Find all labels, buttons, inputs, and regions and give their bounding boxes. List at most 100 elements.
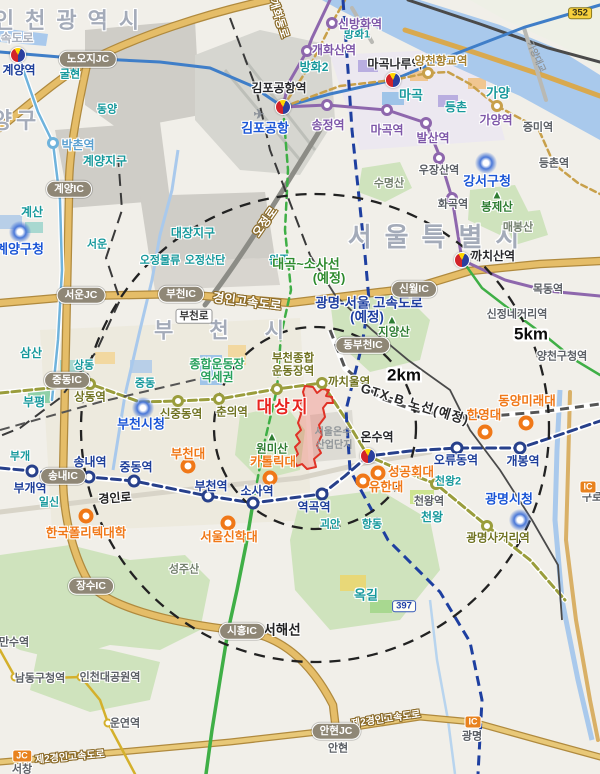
stn-n-label: 부천역 [194, 480, 227, 492]
stn-p-label: 마곡역 [370, 124, 403, 136]
plane-label: ✈ [254, 108, 265, 121]
l1-station-marker [26, 465, 39, 478]
l7-station-marker [172, 395, 184, 407]
stn-g-label: 인천대공원역 [80, 673, 141, 684]
l1-station-marker [514, 442, 527, 455]
uc-station-marker [181, 459, 196, 474]
univ-label: 동양미래대 [498, 395, 556, 408]
stn-n-label: 송내역 [73, 456, 106, 468]
stn-k-label: 까치산역 [471, 250, 515, 262]
l7-station-marker [316, 377, 328, 389]
stn-o-label: 춘의역 [216, 407, 248, 419]
stn-n-label: 소사역 [240, 485, 273, 497]
dist-label: 부개 [10, 452, 30, 463]
dist-label: 항동 [362, 520, 382, 531]
univ-label: 한영대 [467, 409, 502, 422]
uc-station-marker [519, 416, 534, 431]
stn-n-label: 중동역 [119, 461, 152, 473]
dist-label: 천왕2 [435, 477, 461, 488]
bdg-label: 노오지JC [59, 51, 117, 68]
mtng-label: 매봉산 [503, 223, 533, 234]
univ-label: 유한대 [369, 481, 404, 494]
univ-label: 성공회대 [388, 466, 434, 479]
stn-n-label: 오류동역 [434, 454, 478, 466]
l9-station-marker [422, 67, 434, 79]
uc-station-marker [221, 516, 236, 531]
univ-label: 카톨릭대 [250, 456, 296, 469]
mtn-label: ▲ [491, 190, 502, 202]
gangseo-guoffice-icon [475, 152, 497, 174]
mtng-label: 성주산 [169, 565, 199, 576]
l5-station-marker [381, 104, 393, 116]
stn-p-label: 송정역 [311, 119, 344, 131]
bdg-label: 계양IC [46, 181, 92, 198]
bdg-label: 안현JC [312, 723, 361, 740]
bdg-label: 신월IC [391, 281, 437, 298]
stn-g-label: 신정네거리역 [487, 310, 548, 321]
stn-n-label: 계양역 [2, 64, 35, 76]
stn-g-label: 운연역 [110, 719, 140, 730]
dist-label: 방화1 [344, 30, 370, 41]
l5-station-marker [433, 152, 445, 164]
stn-g-label: 안현 [328, 744, 348, 755]
ghost-label: 속도로 [0, 32, 33, 44]
target-site-label: 대상지 [257, 399, 310, 416]
dist-label: 중동 [135, 379, 155, 390]
bdg-label: 중동IC [44, 372, 90, 389]
bdg-label: 부천IC [158, 286, 204, 303]
stn-n-label: 역곡역 [297, 501, 330, 513]
bdg-label: 시흥IC [219, 623, 265, 640]
pg-label: (예정) [313, 272, 346, 285]
stn-n-label: 부개역 [13, 482, 46, 494]
region-gyeyanggu-partial: 양구 [0, 110, 40, 132]
dist-label: 오정산단 [185, 256, 225, 267]
mtn-label: ▲ [386, 315, 397, 327]
gyeyang-guoffice-icon [9, 221, 31, 243]
stn-g-label: 광명 [462, 732, 482, 743]
stn-p-label: 신방화역 [338, 18, 382, 30]
lb-station-marker [47, 137, 59, 149]
dist-label: 계양지구 [83, 155, 127, 167]
stn-g-label: 화곡역 [438, 200, 468, 211]
stn-g-label: 구로 [582, 493, 600, 504]
bdg2-label: IC [580, 481, 597, 494]
bdg2-label: IC [465, 716, 482, 729]
dist-label: 굴현 [60, 70, 80, 81]
stn-o-label: 광명사거리역 [466, 533, 529, 545]
region-bucheon: 부천시 [154, 321, 320, 342]
l7-station-marker [481, 520, 493, 532]
stn-g-label: 천왕역 [414, 497, 444, 508]
stn-p-label: 개화산역 [312, 44, 356, 56]
poi-label: 김포공항 [241, 122, 289, 135]
uc-station-marker [478, 425, 493, 440]
stn-lb-label: 박촌역 [61, 139, 94, 151]
univ-label: 서울신학대 [200, 531, 258, 544]
l1-station-marker [316, 488, 329, 501]
dist-label: 마곡 [399, 89, 423, 102]
dist-label: 부평 [23, 396, 45, 408]
rnum-label: 397 [392, 600, 416, 612]
l7-station-marker [213, 393, 225, 405]
stn-g-label: 증미역 [523, 123, 553, 134]
rbub-label: 부천로 [176, 309, 213, 324]
dist-label: 방화2 [300, 61, 329, 73]
gyeyang-transfer [10, 47, 26, 63]
dist-label: 옥길 [354, 589, 378, 602]
dist-label: 일신 [39, 498, 59, 509]
stn-g-label: 남동구청역 [15, 674, 66, 685]
scale-ring-2km: 2km [387, 367, 421, 384]
bdg-label: 동부천IC [335, 337, 390, 354]
bdg-label: 송내IC [40, 468, 86, 485]
gimpo-airport-transfer [275, 99, 291, 115]
poi-label: 광명시청 [485, 493, 533, 506]
l5-station-marker [321, 99, 333, 111]
l5-station-marker [326, 17, 338, 29]
dist-label: 서운 [87, 240, 107, 251]
dist-label: 상동 [74, 361, 94, 372]
l5-station-marker [420, 117, 432, 129]
rd-label: 경인로 [98, 491, 132, 505]
region-incheon: 인천광역시 [0, 10, 150, 32]
stn-g-label: 서창 [12, 765, 32, 774]
faint-label: 산업단지 [316, 441, 353, 451]
map-viewport[interactable]: 인천광역시양구서울특별시부천시속도로계양지구대장지구오정물류오정산단원종서운계산… [0, 0, 600, 774]
